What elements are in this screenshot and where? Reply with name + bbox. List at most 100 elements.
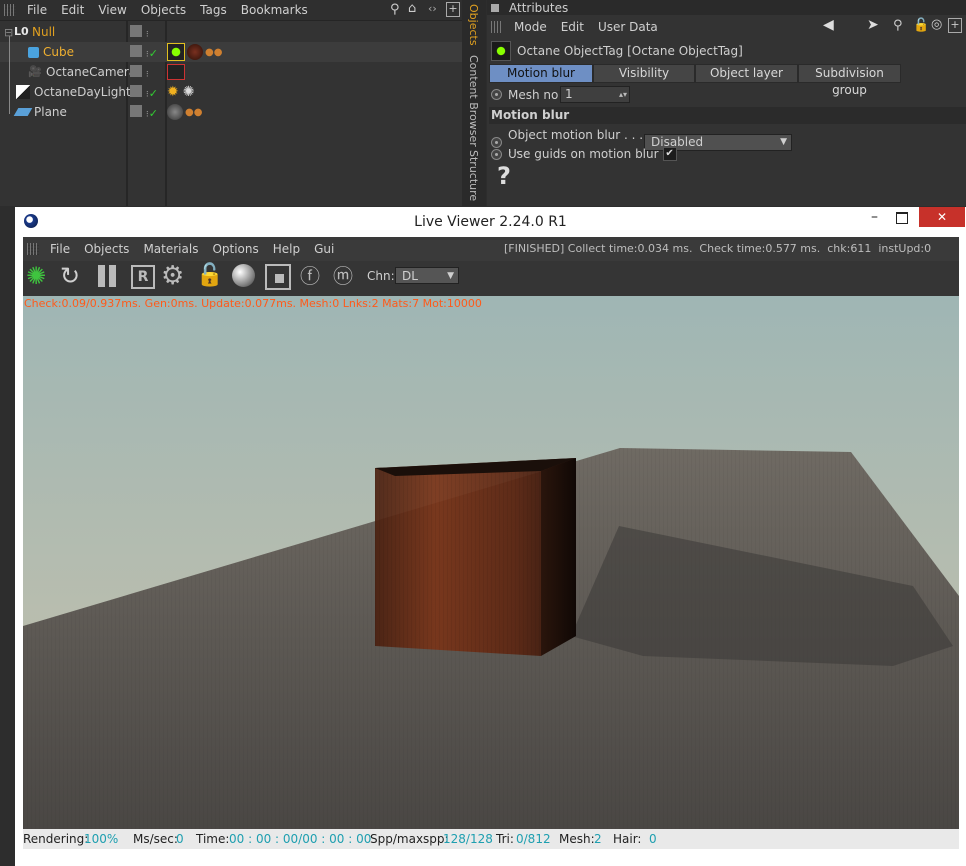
chevron-down-icon: ▼ [447,271,454,281]
maximize-icon[interactable] [896,212,908,224]
check-icon[interactable]: ✓ [149,47,158,60]
tab-objects[interactable]: Objects [467,4,480,46]
check-icon[interactable]: ✓ [149,87,158,100]
layer-icon[interactable] [130,25,142,37]
layer-icon[interactable] [130,105,142,117]
object-tree: ⊟ L0 Null Cube 🎥 OctaneCamera OctaneDayL… [0,22,462,122]
object-name: Plane [34,105,67,119]
object-manager: File Edit View Objects Tags Bookmarks ⚲ … [0,0,462,206]
object-row-null[interactable]: ⊟ L0 Null [0,22,462,42]
menu-file[interactable]: File [20,3,54,17]
channel-dropdown[interactable]: DL ▼ [395,267,459,284]
mssec-label: Ms/sec: [133,832,178,846]
object-row-octanecamera[interactable]: 🎥 OctaneCamera [0,62,462,82]
target-icon[interactable]: ◎ [931,17,942,32]
attributes-menubar: Mode Edit User Data ◀ ➤ ⚲ 🔓 ◎ + [487,17,966,37]
close-icon[interactable]: ✕ [919,207,965,227]
pause-icon[interactable] [94,262,122,290]
mesh-no-label: Mesh no [508,87,559,102]
tab-motion-blur[interactable]: Motion blur [489,64,593,83]
spp-label: Spp/maxspp: [370,832,449,846]
grip-icon [27,243,39,255]
lv-menu-options[interactable]: Options [205,242,265,256]
search-icon[interactable]: ⚲ [390,2,400,17]
search-icon[interactable]: ⚲ [893,18,903,33]
octane-object-tag-icon[interactable] [167,43,185,61]
pick-material-icon[interactable]: ⓜ [333,262,361,290]
lv-menu-file[interactable]: File [43,242,77,256]
texture-tag-icon[interactable]: ●● [205,47,222,58]
tab-content-browser[interactable]: Content Browser [467,55,480,147]
camera-tag-icon[interactable] [167,64,185,80]
camera-icon: 🎥 [28,65,42,78]
live-viewer-statusbar: Rendering: 100% Ms/sec: 0 Time: 00 : 00 … [23,829,959,849]
lock-icon[interactable]: 🔓 [196,262,224,290]
mesh-no-field[interactable]: 1 ▴▾ [560,86,630,103]
environment-tag-icon[interactable]: ✺ [183,84,195,100]
home-icon[interactable]: ⌂ [408,1,416,16]
object-row-octanedaylight[interactable]: OctaneDayLight [0,82,462,102]
render-viewport[interactable]: Check:0.09/0.937ms. Gen:0ms. Update:0.07… [23,296,959,829]
use-guids-checkbox[interactable]: ✔ [662,147,677,161]
material-tag-icon[interactable] [187,44,203,60]
attribute-tabs: Motion blur Visibility Object layer Subd… [489,64,901,97]
tab-visibility[interactable]: Visibility [593,64,695,83]
settings-gear-icon[interactable]: ⚙ [161,262,189,290]
lv-menu-gui[interactable]: Gui [307,242,341,256]
tri-value: 0/812 [516,832,551,846]
animate-radio[interactable] [491,148,502,160]
object-row-cube[interactable]: Cube [0,42,462,62]
render-stats-overlay: Check:0.09/0.937ms. Gen:0ms. Update:0.07… [24,297,482,310]
check-icon[interactable]: ✓ [149,107,158,120]
menu-objects[interactable]: Objects [134,3,193,17]
menu-view[interactable]: View [91,3,133,17]
menu-edit[interactable]: Edit [54,3,91,17]
attributes-manager: Attributes Mode Edit User Data ◀ ➤ ⚲ 🔓 ◎… [487,0,966,206]
live-viewer-title: Live Viewer 2.24.0 R1 [414,214,567,230]
lock-icon[interactable]: 🔓 [913,18,929,33]
layer-icon[interactable] [130,85,142,97]
object-row-plane[interactable]: Plane [0,102,462,122]
clay-mode-icon[interactable] [264,262,292,290]
pick-focus-icon[interactable]: ⓕ [300,262,328,290]
sun-tag-icon[interactable]: ✹ [167,84,179,100]
help-icon[interactable]: ? [497,162,511,190]
pointer-icon[interactable]: ➤ [867,17,879,33]
mesh-value: 2 [594,832,602,846]
menu-bookmarks[interactable]: Bookmarks [234,3,315,17]
tab-object-layer[interactable]: Object layer [695,64,798,83]
menu-user-data[interactable]: User Data [591,20,665,34]
material-tag-icon[interactable] [167,104,183,120]
channel-label: Chn: [367,269,395,283]
layer-icon[interactable] [130,45,142,57]
minimize-icon[interactable]: – [871,209,878,225]
layer-icon[interactable] [130,65,142,77]
tab-subdivision-group[interactable]: Subdivision group [798,64,901,97]
nav-arrows-icon[interactable]: ‹› [428,2,437,15]
lv-menu-help[interactable]: Help [266,242,307,256]
grip-icon [491,21,503,33]
animate-radio[interactable] [491,136,502,148]
menu-mode[interactable]: Mode [507,20,554,34]
material-ball-icon[interactable] [230,262,258,290]
animate-radio[interactable] [491,89,502,100]
dots-icon[interactable]: ⁝ [146,70,149,80]
lv-menu-objects[interactable]: Objects [77,242,136,256]
stepper-icon[interactable]: ▴▾ [619,87,627,102]
panel-icon [491,3,499,12]
side-tabs: Objects Content Browser Structure [462,0,486,206]
new-panel-icon[interactable]: + [446,2,460,17]
plane-icon [13,108,33,116]
region-render-icon[interactable]: R [129,262,157,290]
octane-render-icon[interactable]: ✺ [26,262,54,290]
refresh-icon[interactable]: ↻ [60,262,88,290]
back-arrow-icon[interactable]: ◀ [823,17,834,33]
new-panel-icon[interactable]: + [948,18,962,33]
tab-structure[interactable]: Structure [467,150,480,201]
lv-menu-materials[interactable]: Materials [136,242,205,256]
texture-tag-icon[interactable]: ●● [185,107,202,118]
menu-edit[interactable]: Edit [554,20,591,34]
menu-tags[interactable]: Tags [193,3,234,17]
object-name: OctaneCamera [46,65,137,79]
dots-icon[interactable]: ⁝ [146,30,149,40]
